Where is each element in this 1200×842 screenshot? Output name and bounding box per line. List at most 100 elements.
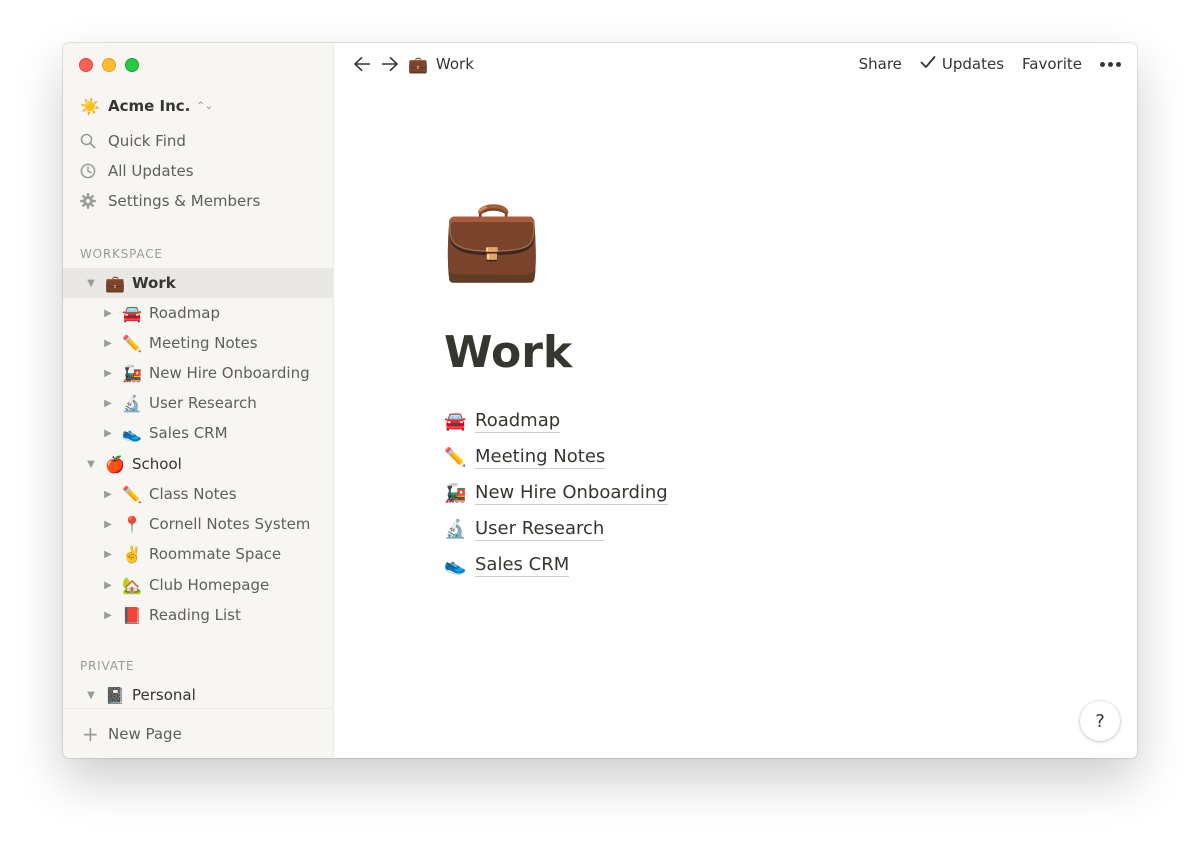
subpage-link-sales-crm[interactable]: 👟 Sales CRM xyxy=(444,547,668,583)
more-options-icon[interactable] xyxy=(1100,61,1121,67)
checkmark-icon xyxy=(920,55,936,73)
sidebar-item-class-notes[interactable]: ▶ ✏️ Class Notes xyxy=(63,479,334,509)
triangle-down-icon[interactable]: ▼ xyxy=(84,690,98,701)
window-controls xyxy=(79,58,139,72)
close-window-button[interactable] xyxy=(79,58,93,72)
chevron-up-down-icon: ⌃⌄ xyxy=(196,100,214,112)
sidebar: ☀️ Acme Inc. ⌃⌄ Quick Find All Updates S… xyxy=(63,43,334,758)
red-book-icon: 📕 xyxy=(122,605,142,625)
triangle-right-icon[interactable]: ▶ xyxy=(101,338,115,349)
subpage-link-label: Roadmap xyxy=(475,409,561,433)
triangle-right-icon[interactable]: ▶ xyxy=(101,580,115,591)
page-actions: Share Updates Favorite xyxy=(841,52,1121,76)
sidebar-item-label: Club Homepage xyxy=(149,576,270,594)
victory-hand-icon: ✌️ xyxy=(122,544,142,564)
subpage-link-meeting-notes[interactable]: ✏️ Meeting Notes xyxy=(444,439,668,475)
triangle-right-icon[interactable]: ▶ xyxy=(101,428,115,439)
topbar: 💼 Work Share Updates Favorite xyxy=(334,43,1137,85)
sidebar-item-club-homepage[interactable]: ▶ 🏡 Club Homepage xyxy=(63,570,334,600)
share-button[interactable]: Share xyxy=(859,55,902,73)
triangle-right-icon[interactable]: ▶ xyxy=(101,519,115,530)
sidebar-item-roommate-space[interactable]: ▶ ✌️ Roommate Space xyxy=(63,539,334,569)
gear-icon xyxy=(80,193,100,209)
page-title[interactable]: Work xyxy=(444,325,572,381)
new-page-button[interactable]: + New Page xyxy=(63,708,334,758)
clock-icon xyxy=(80,163,100,179)
triangle-down-icon[interactable]: ▼ xyxy=(84,459,98,470)
history-navigation xyxy=(352,54,400,74)
sidebar-item-label: Roadmap xyxy=(149,304,220,322)
workspace-section-label: WORKSPACE xyxy=(80,247,163,261)
sidebar-item-cornell-notes-system[interactable]: ▶ 📍 Cornell Notes System xyxy=(63,509,334,539)
sidebar-item-label: Reading List xyxy=(149,606,241,624)
sidebar-item-user-research[interactable]: ▶ 🔬 User Research xyxy=(63,388,334,418)
shoe-icon: 👟 xyxy=(122,423,142,443)
shoe-icon: 👟 xyxy=(444,554,467,576)
private-section-label: PRIVATE xyxy=(80,659,135,673)
search-icon xyxy=(80,133,100,149)
sidebar-item-reading-list[interactable]: ▶ 📕 Reading List xyxy=(63,600,334,630)
maximize-window-button[interactable] xyxy=(125,58,139,72)
main-content: 💼 Work Share Updates Favorite 💼 Work 🚘 R… xyxy=(334,43,1137,758)
briefcase-icon: 💼 xyxy=(105,273,125,293)
sidebar-item-label: Meeting Notes xyxy=(149,334,258,352)
minimize-window-button[interactable] xyxy=(102,58,116,72)
pin-icon: 📍 xyxy=(122,514,142,534)
triangle-right-icon[interactable]: ▶ xyxy=(101,308,115,319)
triangle-right-icon[interactable]: ▶ xyxy=(101,368,115,379)
back-arrow-icon[interactable] xyxy=(352,54,372,74)
subpage-link-label: Sales CRM xyxy=(475,553,570,577)
sidebar-item-label: User Research xyxy=(149,394,257,412)
settings-members-button[interactable]: Settings & Members xyxy=(80,188,260,214)
house-icon: 🏡 xyxy=(122,575,142,595)
subpage-link-label: Meeting Notes xyxy=(475,445,606,469)
plus-icon: + xyxy=(82,721,99,746)
pencil-icon: ✏️ xyxy=(444,446,467,468)
subpage-link-roadmap[interactable]: 🚘 Roadmap xyxy=(444,403,668,439)
train-icon: 🚂 xyxy=(122,363,142,383)
forward-arrow-icon[interactable] xyxy=(380,54,400,74)
sidebar-item-school[interactable]: ▼ 🍎 School xyxy=(63,449,334,479)
sidebar-item-personal[interactable]: ▼ 📓 Personal xyxy=(63,680,334,710)
breadcrumb[interactable]: 💼 Work xyxy=(408,52,474,76)
sidebar-item-sales-crm[interactable]: ▶ 👟 Sales CRM xyxy=(63,418,334,448)
sun-icon: ☀️ xyxy=(80,96,100,116)
sidebar-item-label: New Hire Onboarding xyxy=(149,364,310,382)
sidebar-item-label: Work xyxy=(132,274,176,292)
microscope-icon: 🔬 xyxy=(122,393,142,413)
sidebar-item-label: Roommate Space xyxy=(149,545,282,563)
triangle-right-icon[interactable]: ▶ xyxy=(101,610,115,621)
triangle-right-icon[interactable]: ▶ xyxy=(101,398,115,409)
sidebar-item-label: Cornell Notes System xyxy=(149,515,311,533)
sidebar-item-new-hire-onboarding[interactable]: ▶ 🚂 New Hire Onboarding xyxy=(63,358,334,388)
subpage-link-user-research[interactable]: 🔬 User Research xyxy=(444,511,668,547)
triangle-down-icon[interactable]: ▼ xyxy=(84,278,98,289)
subpage-list: 🚘 Roadmap ✏️ Meeting Notes 🚂 New Hire On… xyxy=(444,403,668,583)
settings-members-label: Settings & Members xyxy=(108,192,261,210)
breadcrumb-label: Work xyxy=(435,55,474,73)
train-icon: 🚂 xyxy=(444,482,467,504)
help-button[interactable]: ? xyxy=(1080,701,1120,741)
sidebar-item-work[interactable]: ▼ 💼 Work xyxy=(63,268,334,298)
triangle-right-icon[interactable]: ▶ xyxy=(101,489,115,500)
sidebar-item-label: School xyxy=(132,455,182,473)
subpage-link-new-hire-onboarding[interactable]: 🚂 New Hire Onboarding xyxy=(444,475,668,511)
new-page-label: New Page xyxy=(108,724,182,743)
sidebar-item-meeting-notes[interactable]: ▶ ✏️ Meeting Notes xyxy=(63,328,334,358)
favorite-button[interactable]: Favorite xyxy=(1022,55,1082,73)
updates-label: Updates xyxy=(941,55,1005,73)
sidebar-item-label: Sales CRM xyxy=(149,424,228,442)
sidebar-item-label: Class Notes xyxy=(149,485,237,503)
pencil-icon: ✏️ xyxy=(122,484,142,504)
quick-find-button[interactable]: Quick Find xyxy=(80,128,186,154)
workspace-switcher[interactable]: ☀️ Acme Inc. ⌃⌄ xyxy=(80,94,213,118)
triangle-right-icon[interactable]: ▶ xyxy=(101,549,115,560)
subpage-link-label: User Research xyxy=(475,517,605,541)
all-updates-button[interactable]: All Updates xyxy=(80,158,194,184)
briefcase-icon[interactable]: 💼 xyxy=(442,191,542,287)
all-updates-label: All Updates xyxy=(108,162,194,180)
car-icon: 🚘 xyxy=(444,410,467,432)
updates-button[interactable]: Updates xyxy=(920,55,1004,73)
sidebar-item-roadmap[interactable]: ▶ 🚘 Roadmap xyxy=(63,298,334,328)
sidebar-item-label: Personal xyxy=(132,686,196,704)
